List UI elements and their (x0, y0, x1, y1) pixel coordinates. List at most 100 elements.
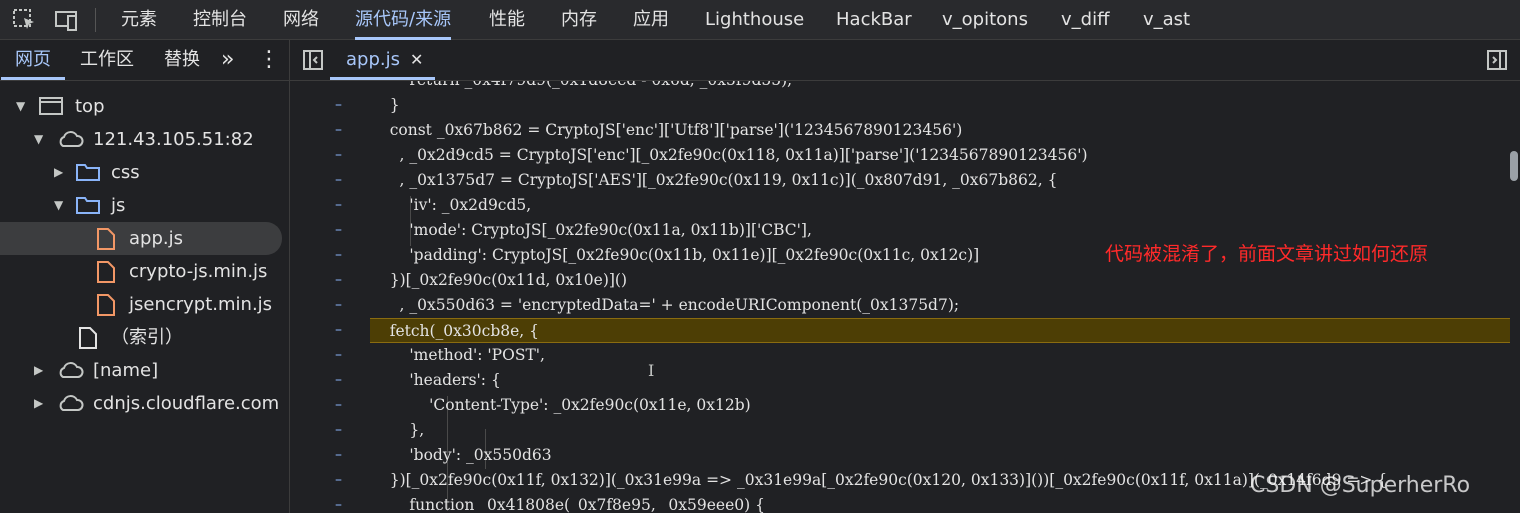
tree-item-name[interactable]: ▶ [name] (0, 354, 289, 387)
nav-tab-page[interactable]: 网页 (1, 40, 65, 80)
file-icon (79, 327, 97, 349)
line-marker: – (335, 397, 342, 413)
tab-hackbar[interactable]: HackBar (836, 0, 912, 40)
tree-item-js[interactable]: ▼ js (0, 189, 289, 222)
code-text: 'iv': _0x2d9cd5, (370, 196, 532, 214)
code-text: , _0x2d9cd5 = CryptoJS['enc'][_0x2fe90c(… (370, 146, 1088, 164)
tab-memory[interactable]: 内存 (561, 0, 597, 40)
line-marker: – (335, 247, 342, 263)
tree-item-crypto-js[interactable]: crypto-js.min.js (0, 255, 289, 288)
expand-arrow-icon[interactable]: ▼ (34, 123, 43, 156)
code-line: – } (290, 93, 1520, 118)
code-text: })[_0x2fe90c(0x11d, 0x10e)]() (370, 271, 628, 289)
tab-application[interactable]: 应用 (633, 0, 669, 40)
expand-arrow-icon[interactable]: ▶ (34, 354, 43, 387)
code-line: – }, (290, 418, 1520, 443)
tree-item-label: css (111, 162, 140, 183)
code-line: – 'headers': { (290, 368, 1520, 393)
code-line: – , _0x1375d7 = CryptoJS['AES'][_0x2fe90… (290, 168, 1520, 193)
nav-tab-workspace[interactable]: 工作区 (80, 40, 134, 80)
tab-console[interactable]: 控制台 (193, 0, 247, 40)
line-marker: – (335, 197, 342, 213)
code-line: – })[_0x2fe90c(0x11d, 0x10e)]() (290, 268, 1520, 293)
code-editor: app.js ✕ – return _0x4f79d9(_0x1d8eed - … (290, 40, 1520, 513)
code-line: – 'body': _0x550d63 (290, 443, 1520, 468)
code-line: – 'Content-Type': _0x2fe90c(0x11e, 0x12b… (290, 393, 1520, 418)
scrollbar-thumb[interactable] (1510, 151, 1518, 181)
code-line: – 'iv': _0x2d9cd5, (290, 193, 1520, 218)
tree-item-index[interactable]: （索引） (0, 321, 289, 354)
expand-arrow-icon[interactable]: ▶ (54, 156, 63, 189)
line-marker: – (335, 122, 342, 138)
tab-lighthouse[interactable]: Lighthouse (705, 0, 804, 40)
device-toolbar-icon[interactable] (54, 8, 80, 32)
code-text: return _0x4f79d9(_0x1d8eed - 0x6d, _0x5f… (370, 81, 792, 93)
close-icon[interactable]: ✕ (410, 40, 423, 80)
code-text: function _0x41808e(_0x7f8e95, _0x59eee0)… (370, 496, 765, 513)
line-marker: – (335, 172, 342, 188)
toggle-debugger-icon[interactable] (1486, 49, 1508, 71)
line-marker: – (335, 372, 342, 388)
nav-tab-overrides[interactable]: 替换 (164, 40, 200, 80)
line-marker: – (335, 347, 342, 363)
text-cursor-icon: I (648, 361, 655, 380)
file-tab-label: app.js (346, 49, 400, 70)
line-marker: – (335, 447, 342, 463)
tree-item-app-js[interactable]: app.js (0, 222, 282, 255)
code-area[interactable]: – return _0x4f79d9(_0x1d8eed - 0x6d, _0x… (290, 81, 1520, 513)
code-text: fetch(_0x30cb8e, { (370, 322, 539, 340)
code-line: – 'method': 'POST', (290, 343, 1520, 368)
sources-navigator: 网页 工作区 替换 » ⋮ ▼ top ▼ 121.43.105.51:82 ▶… (0, 40, 290, 513)
toggle-navigator-icon[interactable] (302, 49, 324, 71)
code-text: , _0x1375d7 = CryptoJS['AES'][_0x2fe90c(… (370, 171, 1058, 189)
tab-sources[interactable]: 源代码/来源 (355, 0, 452, 40)
code-text: 'padding': CryptoJS[_0x2fe90c(0x11b, 0x1… (370, 246, 980, 264)
more-tabs-icon[interactable]: » (221, 40, 234, 80)
devtools-toolbar: 元素 控制台 网络 源代码/来源 性能 内存 应用 Lighthouse Hac… (0, 0, 1520, 40)
kebab-menu-icon[interactable]: ⋮ (258, 40, 280, 80)
line-marker: – (335, 472, 342, 488)
line-marker: – (335, 147, 342, 163)
tree-item-host[interactable]: ▼ 121.43.105.51:82 (0, 123, 289, 156)
tab-v-opitons[interactable]: v_opitons (942, 0, 1028, 40)
js-file-icon (97, 294, 115, 316)
code-line-highlighted: fetch(_0x30cb8e, { (370, 318, 1510, 343)
tree-item-top[interactable]: ▼ top (0, 90, 289, 123)
tree-item-css[interactable]: ▶ css (0, 156, 289, 189)
tree-item-label: jsencrypt.min.js (129, 294, 273, 315)
inspect-element-icon[interactable] (12, 8, 38, 32)
cloud-icon (59, 395, 84, 411)
tab-v-ast[interactable]: v_ast (1143, 0, 1190, 40)
code-text: 'mode': CryptoJS[_0x2fe90c(0x11a, 0x11b)… (370, 221, 812, 239)
editor-tabs: app.js ✕ (290, 40, 1520, 81)
tab-v-diff[interactable]: v_diff (1061, 0, 1109, 40)
tree-item-cdnjs[interactable]: ▶ cdnjs.cloudflare.com (0, 387, 289, 420)
frame-icon (39, 97, 63, 115)
file-tab-app-js[interactable]: app.js ✕ (330, 40, 435, 80)
tree-item-label: [name] (93, 360, 159, 381)
js-file-icon (97, 228, 115, 250)
line-marker: – (335, 97, 342, 113)
folder-icon (76, 197, 100, 214)
code-text: 'body': _0x550d63 (370, 446, 552, 464)
folder-icon (76, 164, 100, 181)
js-file-icon (97, 261, 115, 283)
annotation-text: 代码被混淆了，前面文章讲过如何还原 (1105, 243, 1429, 265)
tree-item-label: cdnjs.cloudflare.com (93, 393, 280, 414)
tab-network[interactable]: 网络 (283, 0, 319, 40)
code-line: – , _0x550d63 = 'encryptedData=' + encod… (290, 293, 1520, 318)
expand-arrow-icon[interactable]: ▶ (34, 387, 43, 420)
tree-item-jsencrypt[interactable]: jsencrypt.min.js (0, 288, 289, 321)
code-text: } (370, 96, 400, 114)
code-text: 'headers': { (370, 371, 501, 389)
code-text: }, (370, 421, 425, 439)
code-line: – return _0x4f79d9(_0x1d8eed - 0x6d, _0x… (290, 81, 1520, 93)
tree-item-label: js (111, 195, 126, 216)
tab-elements[interactable]: 元素 (121, 0, 157, 40)
tab-performance[interactable]: 性能 (489, 0, 525, 40)
expand-arrow-icon[interactable]: ▼ (16, 90, 25, 123)
line-marker: – (335, 222, 342, 238)
navigator-tabs: 网页 工作区 替换 » ⋮ (0, 40, 289, 81)
code-text: const _0x67b862 = CryptoJS['enc']['Utf8'… (370, 121, 963, 139)
expand-arrow-icon[interactable]: ▼ (54, 189, 63, 222)
